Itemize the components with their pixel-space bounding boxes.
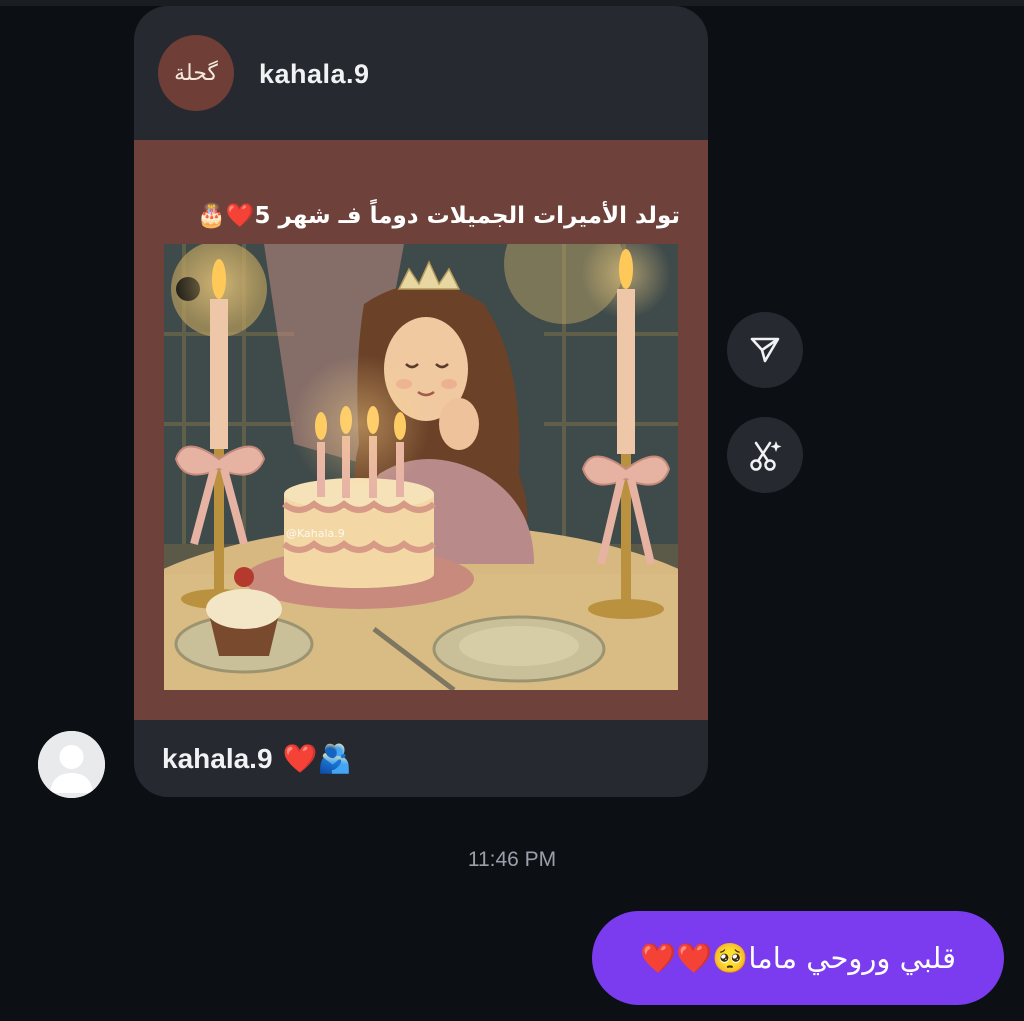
post-footer-caption: kahala.9 ❤️🫂 <box>162 742 352 775</box>
post-footer: kahala.9 ❤️🫂 <box>134 720 708 797</box>
message-timestamp: 11:46 PM <box>467 848 557 871</box>
post-header[interactable]: گحلة kahala.9 <box>134 6 708 140</box>
post-footer-emojis: ❤️🫂 <box>282 743 353 774</box>
post-image-caption: تولد الأميرات الجميلات دوماً فـ شهر 5❤️🎂 <box>197 203 680 229</box>
post-author-username[interactable]: kahala.9 <box>259 59 370 90</box>
birthday-illustration: @Kahala.9 <box>164 244 678 690</box>
post-footer-username: kahala.9 <box>162 742 273 774</box>
post-author-avatar[interactable]: گحلة <box>158 35 234 111</box>
outgoing-message-text: قلبي وروحي ماما🥺❤️❤️ <box>640 940 956 975</box>
svg-text:@Kahala.9: @Kahala.9 <box>286 527 345 540</box>
shared-post-card[interactable]: گحلة kahala.9 تولد الأميرات الجميلات دوم… <box>134 6 708 797</box>
remix-button[interactable] <box>727 417 803 493</box>
scissors-sparkle-icon <box>750 441 782 471</box>
sender-avatar[interactable] <box>38 731 105 798</box>
send-icon <box>750 337 780 363</box>
post-image[interactable]: تولد الأميرات الجميلات دوماً فـ شهر 5❤️🎂 <box>134 140 708 720</box>
share-button[interactable] <box>727 312 803 388</box>
default-avatar-icon <box>38 731 105 798</box>
outgoing-message-bubble[interactable]: قلبي وروحي ماما🥺❤️❤️ <box>592 911 1004 1005</box>
